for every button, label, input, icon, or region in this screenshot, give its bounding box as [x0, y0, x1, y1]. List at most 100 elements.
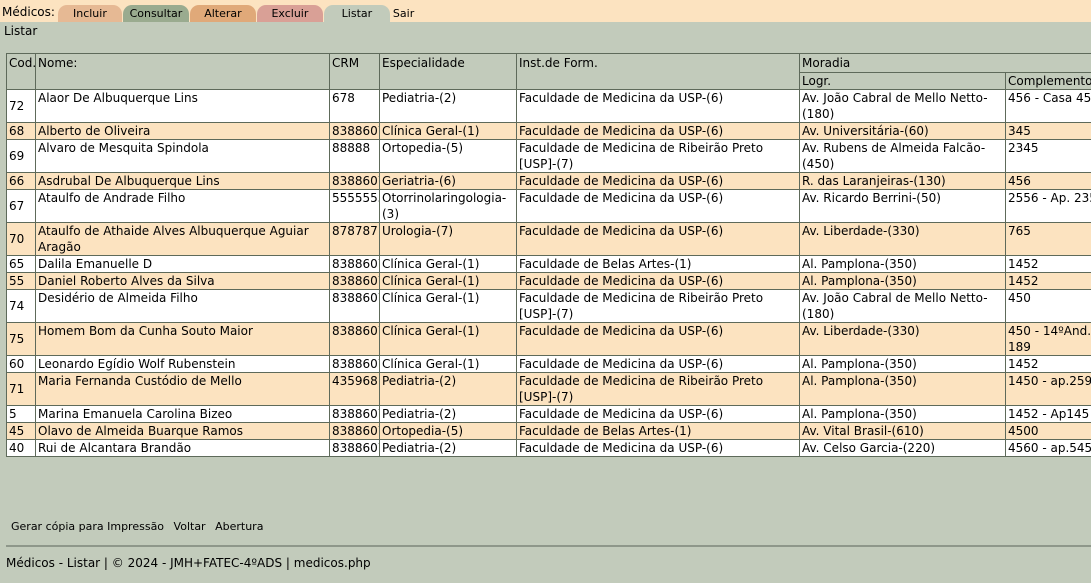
home-link[interactable]: Abertura: [215, 520, 263, 533]
col-header-nome: Nome:: [35, 53, 330, 90]
cell-especialidade: Pediatria-(2): [379, 89, 517, 123]
tab-incluir[interactable]: Incluir: [57, 5, 122, 22]
cell-especialidade: Pediatria-(2): [379, 439, 517, 457]
back-link[interactable]: Voltar: [174, 520, 206, 533]
table-row: 45Olavo de Almeida Buarque Ramos8388607O…: [6, 422, 1091, 440]
tab-sair[interactable]: Sair: [391, 5, 423, 22]
cell-complemento: 1452: [1004, 272, 1091, 290]
cell-inst: Faculdade de Medicina da USP-(6): [516, 272, 800, 290]
cell-cod: 45: [6, 422, 36, 440]
cell-cod: 71: [6, 372, 36, 406]
col-header-crm: CRM: [329, 53, 380, 90]
cell-logr: Av. Vital Brasil-(610): [799, 422, 1006, 440]
doctors-table-container: Cod. Nome: CRM Especialidade Inst.de For…: [6, 53, 1091, 457]
cell-complemento: 1452: [1004, 355, 1091, 373]
cell-especialidade: Pediatria-(2): [379, 372, 517, 406]
cell-logr: Av. Liberdade-(330): [799, 322, 1006, 356]
cell-especialidade: Pediatria-(2): [379, 405, 517, 423]
cell-complemento: 4500: [1004, 422, 1091, 440]
cell-crm: 8388607: [329, 322, 380, 356]
cell-inst: Faculdade de Belas Artes-(1): [516, 422, 800, 440]
table-row: 74Desidério de Almeida Filho8388607Clíni…: [6, 289, 1091, 323]
cell-cod: 70: [6, 222, 36, 256]
cell-inst: Faculdade de Medicina da USP-(6): [516, 322, 800, 356]
cell-nome: Ataulfo de Andrade Filho: [35, 189, 330, 223]
cell-especialidade: Clínica Geral-(1): [379, 289, 517, 323]
cell-complemento: 450 - 14ºAnd. 189: [1004, 322, 1091, 356]
cell-logr: Al. Pamplona-(350): [799, 355, 1006, 373]
cell-inst: Faculdade de Medicina de Ribeirão Preto …: [516, 372, 800, 406]
col-header-moradia: Moradia: [798, 53, 1091, 73]
tab-excluir[interactable]: Excluir: [256, 5, 323, 22]
cell-inst: Faculdade de Medicina da USP-(6): [516, 172, 800, 190]
tab-alterar[interactable]: Alterar: [189, 5, 256, 22]
menu-prefix: Médicos:: [2, 5, 55, 19]
cell-inst: Faculdade de Medicina da USP-(6): [516, 122, 800, 140]
cell-inst: Faculdade de Medicina da USP-(6): [516, 222, 800, 256]
cell-cod: 72: [6, 89, 36, 123]
col-header-especialidade: Especialidade: [379, 53, 517, 90]
cell-especialidade: Clínica Geral-(1): [379, 355, 517, 373]
cell-complemento: 450: [1004, 289, 1091, 323]
tab-consultar[interactable]: Consultar: [122, 5, 189, 22]
cell-crm: 8388607: [329, 422, 380, 440]
cell-complemento: 4560 - ap.545: [1004, 439, 1091, 457]
doctors-table: Cod. Nome: CRM Especialidade Inst.de For…: [6, 53, 1091, 457]
cell-cod: 68: [6, 122, 36, 140]
table-row: 55Daniel Roberto Alves da Silva8388607Cl…: [6, 272, 1091, 290]
cell-cod: 60: [6, 355, 36, 373]
cell-especialidade: Ortopedia-(5): [379, 139, 517, 173]
col-header-inst: Inst.de Form.: [516, 53, 800, 90]
status-footer: Médicos - Listar | © 2024 - JMH+FATEC-4º…: [6, 556, 371, 570]
table-row: 67Ataulfo de Andrade Filho5555555Otorrin…: [6, 189, 1091, 223]
cell-logr: Al. Pamplona-(350): [799, 405, 1006, 423]
cell-inst: Faculdade de Medicina da USP-(6): [516, 89, 800, 123]
cell-complemento: 456 - Casa 45: [1004, 89, 1091, 123]
cell-especialidade: Ortopedia-(5): [379, 422, 517, 440]
cell-especialidade: Clínica Geral-(1): [379, 322, 517, 356]
cell-especialidade: Geriatria-(6): [379, 172, 517, 190]
page-subtitle: Listar: [4, 24, 38, 38]
cell-crm: 5555555: [329, 189, 380, 223]
cell-crm: 8388607: [329, 439, 380, 457]
cell-especialidade: Urologia-(7): [379, 222, 517, 256]
table-row: 65Dalila Emanuelle D8388607Clínica Geral…: [6, 255, 1091, 273]
cell-inst: Faculdade de Belas Artes-(1): [516, 255, 800, 273]
table-row: 71 Maria Fernanda Custódio de Mello 435968…: [6, 372, 1091, 406]
cell-logr: Av. Liberdade-(330): [799, 222, 1006, 256]
cell-especialidade: Clínica Geral-(1): [379, 255, 517, 273]
table-row: 75Homem Bom da Cunha Souto Maior8388607C…: [6, 322, 1091, 356]
print-link[interactable]: Gerar cópia para Impressão: [11, 520, 164, 533]
cell-nome: Maria Fernanda Custódio de Mello: [35, 372, 330, 406]
cell-complemento: 2345: [1004, 139, 1091, 173]
cell-nome: Alvaro de Mesquita Spindola: [35, 139, 330, 173]
cell-crm: 678: [329, 89, 380, 123]
cell-inst: Faculdade de Medicina da USP-(6): [516, 439, 800, 457]
cell-nome: Desidério de Almeida Filho: [35, 289, 330, 323]
cell-cod: 66: [6, 172, 36, 190]
cell-nome: Alaor De Albuquerque Lins: [35, 89, 330, 123]
cell-nome: Asdrubal De Albuquerque Lins: [35, 172, 330, 190]
cell-logr: Av. João Cabral de Mello Netto-(180): [799, 89, 1006, 123]
cell-crm: 435968: [329, 372, 380, 406]
cell-logr: Al. Pamplona-(350): [799, 272, 1006, 290]
cell-logr: R. das Laranjeiras-(130): [799, 172, 1006, 190]
cell-logr: Av. Universitária-(60): [799, 122, 1006, 140]
cell-inst: Faculdade de Medicina da USP-(6): [516, 189, 800, 223]
cell-complemento: 1450 - ap.259: [1004, 372, 1091, 406]
table-row: 69 Alvaro de Mesquita Spindola 88888 Ortope…: [6, 139, 1091, 173]
cell-cod: 55: [6, 272, 36, 290]
cell-logr: Av. João Cabral de Mello Netto-(180): [799, 289, 1006, 323]
cell-nome: Homem Bom da Cunha Souto Maior: [35, 322, 330, 356]
cell-cod: 5: [6, 405, 36, 423]
tab-listar[interactable]: Listar: [323, 5, 390, 22]
col-header-complemento: Complemento: [1004, 72, 1091, 90]
cell-nome: Rui de Alcantara Brandão: [35, 439, 330, 457]
cell-crm: 8388607: [329, 405, 380, 423]
cell-complemento: 1452 - Ap145: [1004, 405, 1091, 423]
cell-crm: 8388607: [329, 172, 380, 190]
footer-links: Gerar cópia para Impressão Voltar Abertu…: [11, 520, 269, 533]
cell-nome: Daniel Roberto Alves da Silva: [35, 272, 330, 290]
cell-nome: Marina Emanuela Carolina Bizeo: [35, 405, 330, 423]
table-row: 68Alberto de Oliveira8388607Clínica Gera…: [6, 122, 1091, 140]
